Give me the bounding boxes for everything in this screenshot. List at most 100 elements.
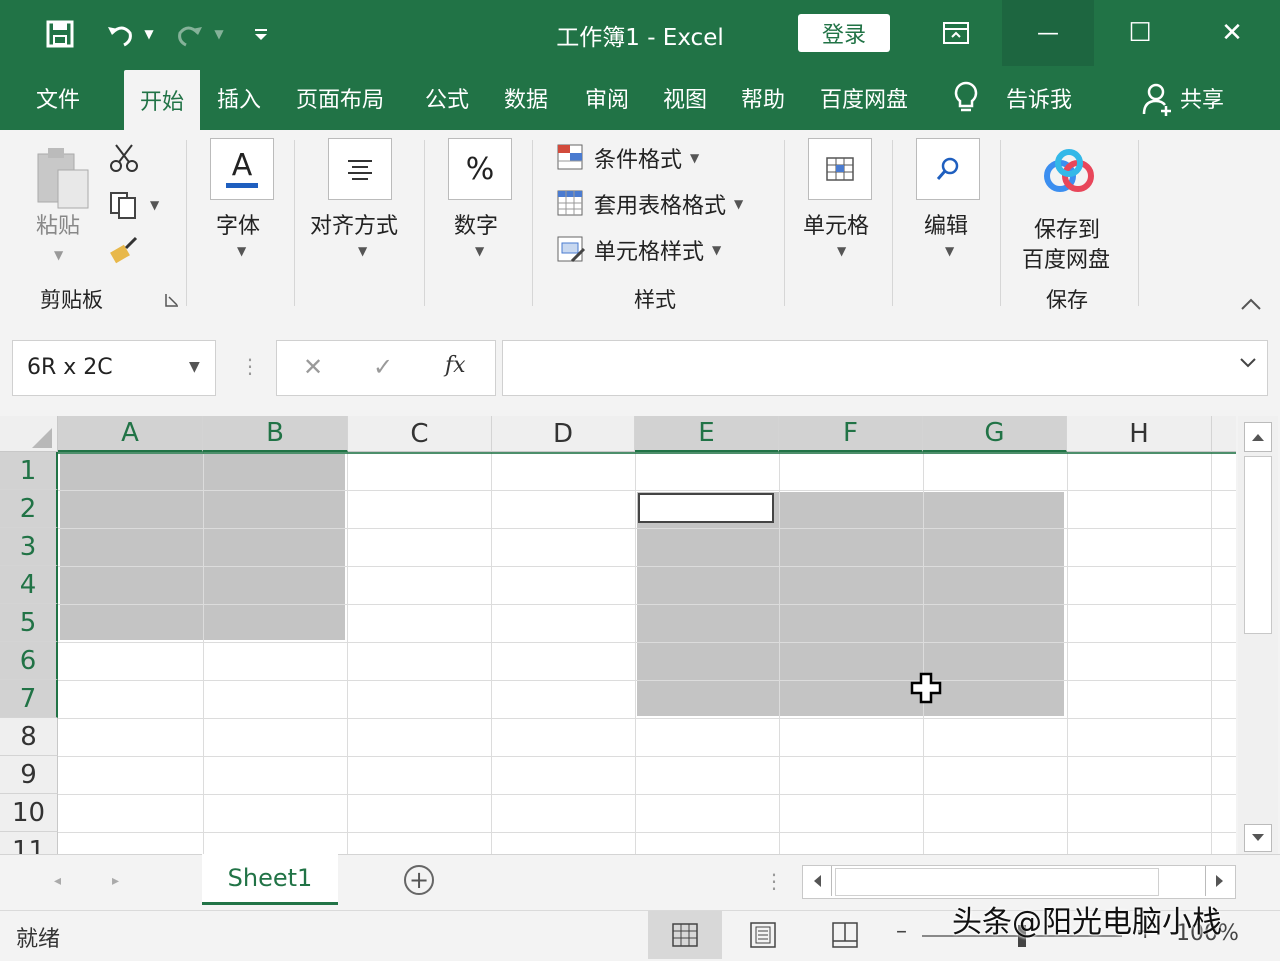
- sheet-tab-sheet1[interactable]: Sheet1: [202, 854, 338, 905]
- name-box-dropdown-icon[interactable]: ▼: [189, 359, 200, 375]
- scroll-down-icon[interactable]: [1244, 824, 1272, 852]
- share-button[interactable]: 共享: [1180, 82, 1224, 114]
- percent-icon[interactable]: %: [448, 138, 512, 200]
- format-painter-icon[interactable]: [108, 234, 140, 268]
- tab-splitter-icon[interactable]: ⋮: [764, 869, 784, 893]
- row-header-6[interactable]: 6: [0, 642, 58, 680]
- vertical-scrollbar[interactable]: [1238, 416, 1278, 854]
- alignment-dropdown-icon[interactable]: ▼: [358, 244, 367, 258]
- tab-help[interactable]: 帮助: [741, 82, 785, 114]
- row-header-1[interactable]: 1: [0, 452, 58, 490]
- cells-dropdown-icon[interactable]: ▼: [837, 244, 846, 258]
- editing-dropdown-icon[interactable]: ▼: [945, 244, 954, 258]
- next-sheet-icon[interactable]: ▸: [112, 873, 119, 889]
- vertical-scroll-thumb[interactable]: [1244, 456, 1272, 634]
- column-header-b[interactable]: B: [203, 416, 348, 452]
- number-dropdown-icon[interactable]: ▼: [475, 244, 484, 258]
- insert-function-icon[interactable]: fx: [445, 353, 466, 378]
- column-header-e[interactable]: E: [635, 416, 779, 452]
- name-box[interactable]: 6R x 2C ▼: [12, 340, 216, 396]
- save-icon[interactable]: [40, 14, 80, 54]
- share-user-icon[interactable]: [1142, 82, 1174, 120]
- tab-file[interactable]: 文件: [36, 82, 80, 114]
- baidu-netdisk-label[interactable]: 百度网盘: [1022, 242, 1110, 274]
- formula-bar-splitter-icon[interactable]: ⋮: [240, 354, 260, 378]
- ribbon-display-options-icon[interactable]: [936, 16, 976, 50]
- scroll-up-icon[interactable]: [1244, 422, 1272, 452]
- close-button[interactable]: ✕: [1186, 0, 1278, 66]
- normal-view-icon[interactable]: [648, 911, 722, 959]
- number-label[interactable]: 数字: [454, 208, 498, 240]
- dialog-launcher-icon[interactable]: [164, 292, 180, 312]
- tab-insert[interactable]: 插入: [217, 82, 261, 114]
- maximize-button[interactable]: ☐: [1094, 0, 1186, 66]
- expand-formula-bar-icon[interactable]: [1239, 355, 1257, 374]
- font-label[interactable]: 字体: [216, 208, 260, 240]
- alignment-label[interactable]: 对齐方式: [310, 208, 398, 240]
- tab-home[interactable]: 开始: [124, 70, 200, 130]
- cut-icon[interactable]: [108, 142, 140, 178]
- copy-dropdown-icon[interactable]: ▼: [150, 198, 159, 212]
- column-header-d[interactable]: D: [492, 416, 635, 452]
- table-format-button[interactable]: 套用表格格式 ▼: [556, 188, 743, 220]
- page-layout-view-icon[interactable]: [748, 921, 778, 953]
- zoom-out-button[interactable]: –: [896, 919, 907, 944]
- scroll-right-icon[interactable]: [1205, 866, 1234, 896]
- column-header-c[interactable]: C: [348, 416, 492, 452]
- tab-formulas[interactable]: 公式: [425, 82, 469, 114]
- column-header-g[interactable]: G: [923, 416, 1067, 452]
- alignment-icon[interactable]: [328, 138, 392, 200]
- horizontal-scroll-thumb[interactable]: [835, 868, 1159, 896]
- font-group-icon[interactable]: A: [210, 138, 274, 200]
- column-header-a[interactable]: A: [58, 416, 203, 452]
- select-all-button[interactable]: [0, 416, 58, 452]
- customize-toolbar-icon[interactable]: [248, 14, 274, 54]
- row-header-9[interactable]: 9: [0, 756, 58, 794]
- paste-dropdown-icon[interactable]: ▼: [54, 248, 63, 262]
- formula-input[interactable]: [502, 340, 1268, 396]
- column-header-h[interactable]: H: [1067, 416, 1212, 452]
- enter-icon[interactable]: ✓: [373, 353, 393, 381]
- cell-styles-button[interactable]: 单元格样式 ▼: [556, 234, 721, 266]
- tab-baidu-netdisk[interactable]: 百度网盘: [820, 82, 908, 114]
- tab-data[interactable]: 数据: [504, 82, 548, 114]
- login-button[interactable]: 登录: [798, 14, 890, 52]
- copy-icon[interactable]: [108, 190, 140, 224]
- worksheet-grid[interactable]: A B C D E F G H 1 2 3 4 5 6 7 8 9 10 11: [0, 416, 1236, 854]
- editing-label[interactable]: 编辑: [924, 208, 968, 240]
- row-header-10[interactable]: 10: [0, 794, 58, 832]
- undo-icon[interactable]: [100, 14, 140, 54]
- prev-sheet-icon[interactable]: ◂: [54, 873, 61, 889]
- tab-view[interactable]: 视图: [663, 82, 707, 114]
- collapse-ribbon-icon[interactable]: [1240, 296, 1262, 315]
- editing-search-icon[interactable]: [916, 138, 980, 200]
- row-header-4[interactable]: 4: [0, 566, 58, 604]
- baidu-netdisk-icon[interactable]: [1040, 148, 1098, 200]
- undo-dropdown-icon[interactable]: ▼: [140, 14, 158, 54]
- row-header-2[interactable]: 2: [0, 490, 58, 528]
- cancel-icon[interactable]: ✕: [303, 353, 323, 381]
- paste-icon[interactable]: [34, 144, 94, 218]
- row-header-8[interactable]: 8: [0, 718, 58, 756]
- row-header-11[interactable]: 11: [0, 832, 58, 854]
- save-to-label[interactable]: 保存到: [1034, 212, 1100, 244]
- page-break-view-icon[interactable]: [830, 921, 860, 953]
- active-cell[interactable]: [638, 493, 774, 523]
- minimize-button[interactable]: —: [1002, 0, 1094, 66]
- conditional-format-button[interactable]: 条件格式 ▼: [556, 142, 699, 174]
- horizontal-scrollbar[interactable]: [802, 865, 1236, 899]
- tell-me-search[interactable]: 告诉我: [1006, 82, 1072, 114]
- row-header-5[interactable]: 5: [0, 604, 58, 642]
- tab-page-layout[interactable]: 页面布局: [296, 82, 384, 114]
- cells-icon[interactable]: [808, 138, 872, 200]
- scroll-left-icon[interactable]: [803, 866, 832, 896]
- cells-label[interactable]: 单元格: [803, 208, 869, 240]
- tab-review[interactable]: 审阅: [585, 82, 629, 114]
- row-header-3[interactable]: 3: [0, 528, 58, 566]
- row-header-7[interactable]: 7: [0, 680, 58, 718]
- paste-label[interactable]: 粘贴: [36, 208, 80, 240]
- lightbulb-icon[interactable]: [952, 80, 980, 120]
- new-sheet-button[interactable]: +: [404, 865, 434, 895]
- column-header-f[interactable]: F: [779, 416, 923, 452]
- font-dropdown-icon[interactable]: ▼: [237, 244, 246, 258]
